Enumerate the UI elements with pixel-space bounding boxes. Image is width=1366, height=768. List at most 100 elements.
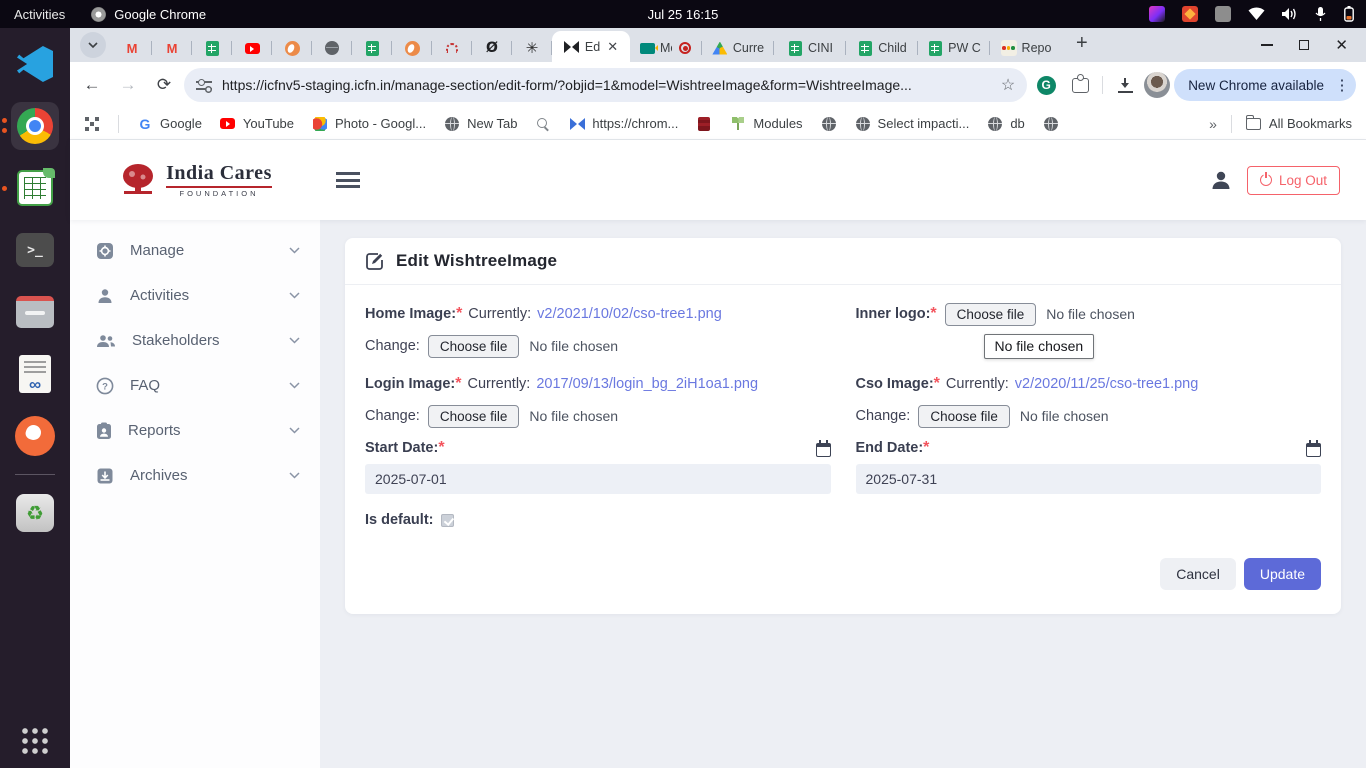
tab-pw[interactable]: PW C [918,34,990,62]
tab-search-button[interactable] [80,32,106,58]
tab-cini[interactable]: CINI [774,34,846,62]
logout-button[interactable]: Log Out [1247,166,1340,195]
bookmark-select-impact[interactable]: Select impacti... [855,116,970,132]
menu-kebab-icon[interactable]: ⋮ [1334,83,1350,88]
edit-form: Home Image:* Currently: v2/2021/10/02/cs… [365,285,1321,528]
bookmarks-bar: GGoogle YouTube Photo - Googl... New Tab… [70,108,1366,140]
cso-image-row: Cso Image:* Currently: v2/2020/11/25/cso… [856,371,1322,397]
bookmark-youtube[interactable]: YouTube [220,116,294,132]
tab-sheets-2[interactable] [352,34,392,62]
tab-close-icon[interactable]: ✕ [607,39,618,55]
tab-active-edit[interactable]: Ed ✕ [552,31,630,62]
sidebar-item-archives[interactable]: Archives [70,453,320,498]
tab-repo[interactable]: Repo [990,34,1062,62]
bookmark-db[interactable]: db [987,116,1024,132]
update-button[interactable]: Update [1244,558,1321,590]
tab-orange-2[interactable] [392,34,432,62]
wifi-icon[interactable] [1248,7,1265,21]
cancel-button[interactable]: Cancel [1160,558,1236,590]
dock-item-postman[interactable] [11,412,59,460]
volume-icon[interactable] [1282,7,1298,21]
show-applications-button[interactable] [20,726,50,756]
tab-orange-1[interactable] [272,34,312,62]
apps-grid-icon[interactable] [84,116,100,132]
tab-sheets-1[interactable] [192,34,232,62]
dock-item-files[interactable] [11,288,59,336]
back-button[interactable]: ← [76,69,108,101]
sidebar-item-reports[interactable]: Reports [70,408,320,453]
chrome-update-chip[interactable]: New Chrome available ⋮ [1174,69,1356,101]
bookmark-globe-1[interactable] [821,116,837,132]
end-date-input[interactable] [856,464,1322,494]
cso-image-choose-file-button[interactable]: Choose file [918,405,1010,428]
calendar-icon[interactable] [1306,443,1321,457]
profile-avatar[interactable] [1144,72,1170,98]
cso-image-link[interactable]: v2/2020/11/25/cso-tree1.png [1015,376,1199,392]
tab-child[interactable]: Child [846,34,918,62]
screen-recorder-icon[interactable] [1182,6,1198,22]
focused-app-menu[interactable]: Google Chrome [91,7,206,22]
activities-button[interactable]: Activities [14,7,65,22]
bookmarks-overflow-button[interactable]: » [1209,116,1217,132]
bookmark-search[interactable] [535,116,551,132]
tab-drive[interactable]: Curre [702,34,774,62]
dock-item-chrome[interactable] [11,102,59,150]
login-image-link[interactable]: 2017/09/13/login_bg_2iH1oa1.png [536,376,758,392]
tab-gmail-2[interactable]: M [152,34,192,62]
toolbar-separator [1102,76,1103,94]
calendar-icon[interactable] [816,443,831,457]
tab-youtube[interactable] [232,34,272,62]
sidebar-item-manage[interactable]: Manage [70,228,320,273]
tab-red-arc[interactable] [432,34,472,62]
microphone-icon[interactable] [1315,7,1327,22]
brand-logo[interactable]: India Cares FOUNDATION [70,162,320,198]
system-tray[interactable] [946,6,1366,22]
bookmark-globe-2[interactable] [1043,116,1059,132]
minimize-icon[interactable] [1261,44,1273,46]
sidebar-item-faq[interactable]: ? FAQ [70,363,320,408]
tab-gmail-1[interactable]: M [112,34,152,62]
url-text[interactable]: https://icfnv5-staging.icfn.in/manage-se… [222,77,991,93]
extensions-puzzle-icon[interactable] [1065,70,1095,100]
new-tab-button[interactable]: + [1062,32,1102,58]
omnibox[interactable]: https://icfnv5-staging.icfn.in/manage-se… [184,68,1027,102]
clock[interactable]: Jul 25 16:15 [420,7,946,22]
home-image-choose-file-button[interactable]: Choose file [428,335,520,358]
bookmark-star-icon[interactable]: ☆ [1001,75,1015,95]
tab-chatgpt[interactable]: ✳ [512,34,552,62]
start-date-input[interactable] [365,464,831,494]
dock-item-vscode[interactable] [11,40,59,88]
bookmark-modules[interactable]: Modules [730,116,802,132]
login-image-choose-file-button[interactable]: Choose file [428,405,520,428]
bookmark-new-tab[interactable]: New Tab [444,116,517,132]
sidebar-item-activities[interactable]: Activities [70,273,320,318]
chat-icon[interactable] [1215,6,1231,22]
app-cube-icon[interactable] [1149,6,1165,22]
is-default-checkbox[interactable] [441,514,454,527]
dock-item-trash[interactable]: ♻ [11,489,59,537]
dock-item-document-viewer[interactable] [11,350,59,398]
inner-logo-choose-file-button[interactable]: Choose file [945,303,1037,326]
reload-button[interactable]: ⟳ [148,69,180,101]
bookmark-google[interactable]: GGoogle [137,116,202,132]
dock-item-terminal[interactable]: >_ [11,226,59,274]
dock-item-libreoffice-calc[interactable] [11,164,59,212]
downloads-icon[interactable] [1110,70,1140,100]
bookmark-chrome-link[interactable]: https://chrom... [569,116,678,132]
battery-icon[interactable] [1344,6,1354,22]
user-icon[interactable] [1209,168,1233,192]
bookmark-photos[interactable]: Photo - Googl... [312,116,426,132]
bookmark-red-logo[interactable] [696,116,712,132]
all-bookmarks-button[interactable]: All Bookmarks [1246,116,1352,132]
restore-icon[interactable] [1299,40,1309,50]
tab-null[interactable]: Ø [472,34,512,62]
close-icon[interactable]: ✕ [1335,38,1348,53]
site-settings-icon[interactable] [196,78,212,92]
tab-globe[interactable] [312,34,352,62]
tab-meet[interactable]: Me [630,34,702,62]
grammarly-extension-icon[interactable]: G [1031,70,1061,100]
sidebar-toggle-hamburger-icon[interactable] [336,172,360,188]
home-image-link[interactable]: v2/2021/10/02/cso-tree1.png [537,306,722,322]
forward-button[interactable]: → [112,69,144,101]
sidebar-item-stakeholders[interactable]: Stakeholders [70,318,320,363]
